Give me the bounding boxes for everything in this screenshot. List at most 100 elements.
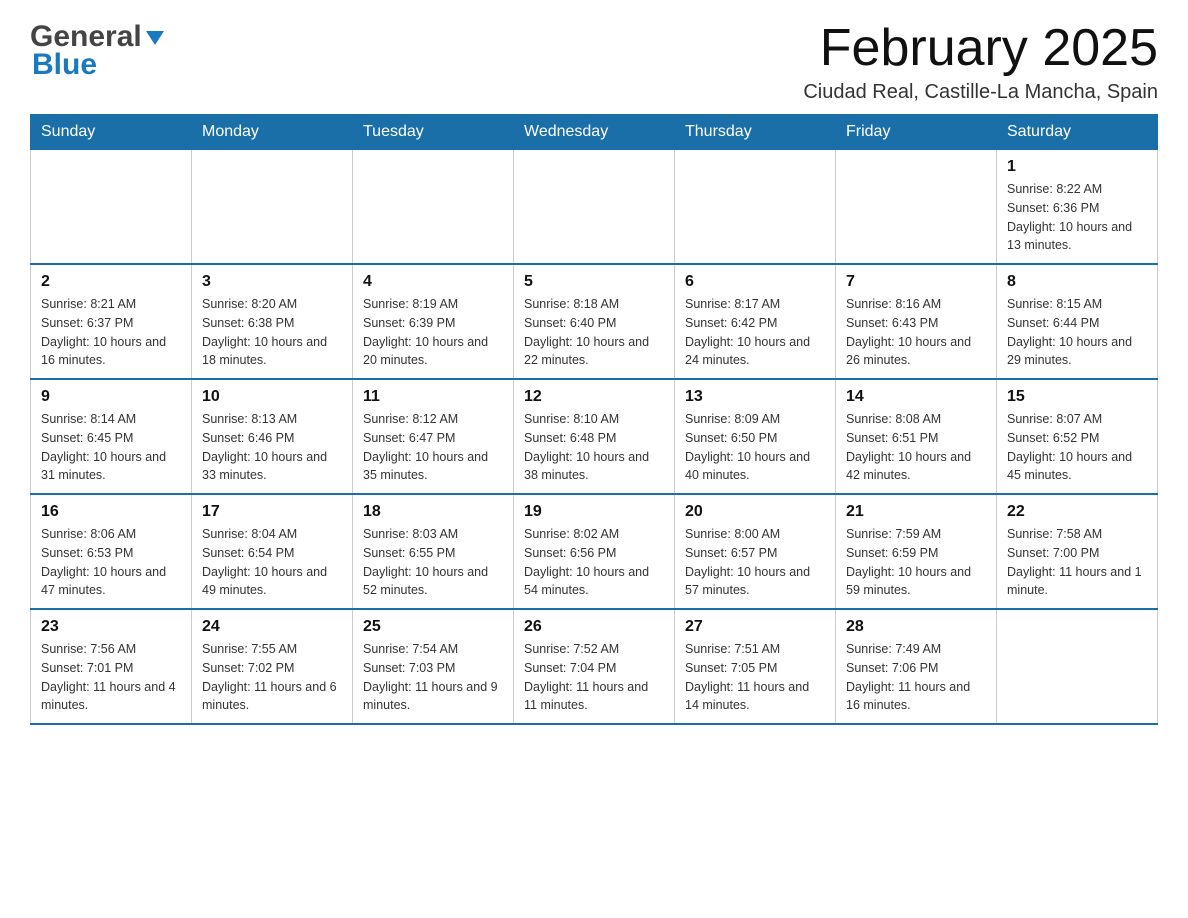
day-info: Sunrise: 8:18 AM Sunset: 6:40 PM Dayligh…: [524, 295, 664, 370]
calendar-week-row: 2 Sunrise: 8:21 AM Sunset: 6:37 PM Daylig…: [31, 264, 1158, 379]
day-number: 16: [41, 503, 181, 521]
day-of-week-header: Wednesday: [514, 115, 675, 150]
day-of-week-header: Friday: [836, 115, 997, 150]
calendar-day-cell: [997, 609, 1158, 724]
day-info: Sunrise: 8:08 AM Sunset: 6:51 PM Dayligh…: [846, 410, 986, 485]
logo-blue-text: Blue: [32, 48, 97, 82]
day-info: Sunrise: 8:19 AM Sunset: 6:39 PM Dayligh…: [363, 295, 503, 370]
day-info: Sunrise: 8:02 AM Sunset: 6:56 PM Dayligh…: [524, 525, 664, 600]
location-subtitle: Ciudad Real, Castille-La Mancha, Spain: [803, 81, 1158, 104]
calendar-day-cell: 15 Sunrise: 8:07 AM Sunset: 6:52 PM Dayli…: [997, 379, 1158, 494]
calendar-day-cell: 20 Sunrise: 8:00 AM Sunset: 6:57 PM Dayli…: [675, 494, 836, 609]
calendar-day-cell: 17 Sunrise: 8:04 AM Sunset: 6:54 PM Dayli…: [192, 494, 353, 609]
day-number: 26: [524, 618, 664, 636]
day-number: 28: [846, 618, 986, 636]
calendar-day-cell: 7 Sunrise: 8:16 AM Sunset: 6:43 PM Daylig…: [836, 264, 997, 379]
calendar-day-cell: 23 Sunrise: 7:56 AM Sunset: 7:01 PM Dayli…: [31, 609, 192, 724]
calendar-day-cell: 13 Sunrise: 8:09 AM Sunset: 6:50 PM Dayli…: [675, 379, 836, 494]
day-number: 9: [41, 388, 181, 406]
month-title: February 2025: [803, 20, 1158, 77]
calendar-day-cell: 21 Sunrise: 7:59 AM Sunset: 6:59 PM Dayli…: [836, 494, 997, 609]
calendar-day-cell: 12 Sunrise: 8:10 AM Sunset: 6:48 PM Dayli…: [514, 379, 675, 494]
calendar-day-cell: 4Sunrise: 8:19 AM Sunset: 6:39 PM Daylig…: [353, 264, 514, 379]
calendar-day-cell: 26 Sunrise: 7:52 AM Sunset: 7:04 PM Dayli…: [514, 609, 675, 724]
calendar-day-cell: 6 Sunrise: 8:17 AM Sunset: 6:42 PM Daylig…: [675, 264, 836, 379]
day-of-week-header: Thursday: [675, 115, 836, 150]
day-info: Sunrise: 8:20 AM Sunset: 6:38 PM Dayligh…: [202, 295, 342, 370]
day-info: Sunrise: 7:58 AM Sunset: 7:00 PM Dayligh…: [1007, 525, 1147, 600]
calendar-day-cell: 24Sunrise: 7:55 AM Sunset: 7:02 PM Dayli…: [192, 609, 353, 724]
calendar-body: 1Sunrise: 8:22 AM Sunset: 6:36 PM Daylig…: [31, 150, 1158, 725]
day-info: Sunrise: 8:17 AM Sunset: 6:42 PM Dayligh…: [685, 295, 825, 370]
calendar-week-row: 16 Sunrise: 8:06 AM Sunset: 6:53 PM Dayli…: [31, 494, 1158, 609]
day-info: Sunrise: 8:13 AM Sunset: 6:46 PM Dayligh…: [202, 410, 342, 485]
day-info: Sunrise: 8:21 AM Sunset: 6:37 PM Dayligh…: [41, 295, 181, 370]
calendar-day-cell: 19 Sunrise: 8:02 AM Sunset: 6:56 PM Dayli…: [514, 494, 675, 609]
day-number: 14: [846, 388, 986, 406]
calendar-day-cell: [192, 150, 353, 265]
calendar-day-cell: 11Sunrise: 8:12 AM Sunset: 6:47 PM Dayli…: [353, 379, 514, 494]
calendar-day-cell: 10 Sunrise: 8:13 AM Sunset: 6:46 PM Dayli…: [192, 379, 353, 494]
day-info: Sunrise: 8:10 AM Sunset: 6:48 PM Dayligh…: [524, 410, 664, 485]
day-info: Sunrise: 8:09 AM Sunset: 6:50 PM Dayligh…: [685, 410, 825, 485]
day-number: 19: [524, 503, 664, 521]
day-number: 23: [41, 618, 181, 636]
day-info: Sunrise: 8:03 AM Sunset: 6:55 PM Dayligh…: [363, 525, 503, 600]
day-number: 10: [202, 388, 342, 406]
day-number: 12: [524, 388, 664, 406]
days-of-week-row: SundayMondayTuesdayWednesdayThursdayFrid…: [31, 115, 1158, 150]
calendar-day-cell: 5 Sunrise: 8:18 AM Sunset: 6:40 PM Daylig…: [514, 264, 675, 379]
day-number: 27: [685, 618, 825, 636]
calendar-day-cell: 1Sunrise: 8:22 AM Sunset: 6:36 PM Daylig…: [997, 150, 1158, 265]
day-info: Sunrise: 7:55 AM Sunset: 7:02 PM Dayligh…: [202, 640, 342, 715]
logo: General Blue: [30, 20, 166, 82]
calendar-day-cell: 27 Sunrise: 7:51 AM Sunset: 7:05 PM Dayli…: [675, 609, 836, 724]
day-number: 18: [363, 503, 503, 521]
logo-triangle-icon: [144, 27, 166, 49]
day-info: Sunrise: 8:06 AM Sunset: 6:53 PM Dayligh…: [41, 525, 181, 600]
calendar-day-cell: 3 Sunrise: 8:20 AM Sunset: 6:38 PM Daylig…: [192, 264, 353, 379]
calendar-week-row: 1Sunrise: 8:22 AM Sunset: 6:36 PM Daylig…: [31, 150, 1158, 265]
day-number: 13: [685, 388, 825, 406]
day-number: 25: [363, 618, 503, 636]
day-info: Sunrise: 8:04 AM Sunset: 6:54 PM Dayligh…: [202, 525, 342, 600]
day-of-week-header: Monday: [192, 115, 353, 150]
day-number: 21: [846, 503, 986, 521]
day-number: 22: [1007, 503, 1147, 521]
calendar-day-cell: 2 Sunrise: 8:21 AM Sunset: 6:37 PM Daylig…: [31, 264, 192, 379]
calendar-table: SundayMondayTuesdayWednesdayThursdayFrid…: [30, 114, 1158, 725]
day-info: Sunrise: 7:54 AM Sunset: 7:03 PM Dayligh…: [363, 640, 503, 715]
day-number: 15: [1007, 388, 1147, 406]
calendar-day-cell: 22 Sunrise: 7:58 AM Sunset: 7:00 PM Dayli…: [997, 494, 1158, 609]
day-info: Sunrise: 8:07 AM Sunset: 6:52 PM Dayligh…: [1007, 410, 1147, 485]
calendar-day-cell: 28 Sunrise: 7:49 AM Sunset: 7:06 PM Dayli…: [836, 609, 997, 724]
day-info: Sunrise: 7:52 AM Sunset: 7:04 PM Dayligh…: [524, 640, 664, 715]
day-number: 8: [1007, 273, 1147, 291]
title-section: February 2025 Ciudad Real, Castille-La M…: [803, 20, 1158, 104]
day-info: Sunrise: 7:51 AM Sunset: 7:05 PM Dayligh…: [685, 640, 825, 715]
calendar-day-cell: [675, 150, 836, 265]
day-info: Sunrise: 7:49 AM Sunset: 7:06 PM Dayligh…: [846, 640, 986, 715]
day-of-week-header: Sunday: [31, 115, 192, 150]
day-info: Sunrise: 8:00 AM Sunset: 6:57 PM Dayligh…: [685, 525, 825, 600]
calendar-header: SundayMondayTuesdayWednesdayThursdayFrid…: [31, 115, 1158, 150]
day-number: 5: [524, 273, 664, 291]
page-header: General Blue February 2025 Ciudad Real, …: [30, 20, 1158, 104]
day-number: 20: [685, 503, 825, 521]
day-number: 3: [202, 273, 342, 291]
calendar-week-row: 9 Sunrise: 8:14 AM Sunset: 6:45 PM Daylig…: [31, 379, 1158, 494]
calendar-day-cell: 16 Sunrise: 8:06 AM Sunset: 6:53 PM Dayli…: [31, 494, 192, 609]
day-number: 6: [685, 273, 825, 291]
calendar-day-cell: 14 Sunrise: 8:08 AM Sunset: 6:51 PM Dayli…: [836, 379, 997, 494]
day-info: Sunrise: 8:22 AM Sunset: 6:36 PM Dayligh…: [1007, 180, 1147, 255]
day-number: 2: [41, 273, 181, 291]
day-info: Sunrise: 8:14 AM Sunset: 6:45 PM Dayligh…: [41, 410, 181, 485]
day-number: 7: [846, 273, 986, 291]
calendar-day-cell: [836, 150, 997, 265]
day-info: Sunrise: 7:59 AM Sunset: 6:59 PM Dayligh…: [846, 525, 986, 600]
day-info: Sunrise: 8:15 AM Sunset: 6:44 PM Dayligh…: [1007, 295, 1147, 370]
day-number: 11: [363, 388, 503, 406]
day-number: 17: [202, 503, 342, 521]
day-info: Sunrise: 8:16 AM Sunset: 6:43 PM Dayligh…: [846, 295, 986, 370]
day-info: Sunrise: 7:56 AM Sunset: 7:01 PM Dayligh…: [41, 640, 181, 715]
